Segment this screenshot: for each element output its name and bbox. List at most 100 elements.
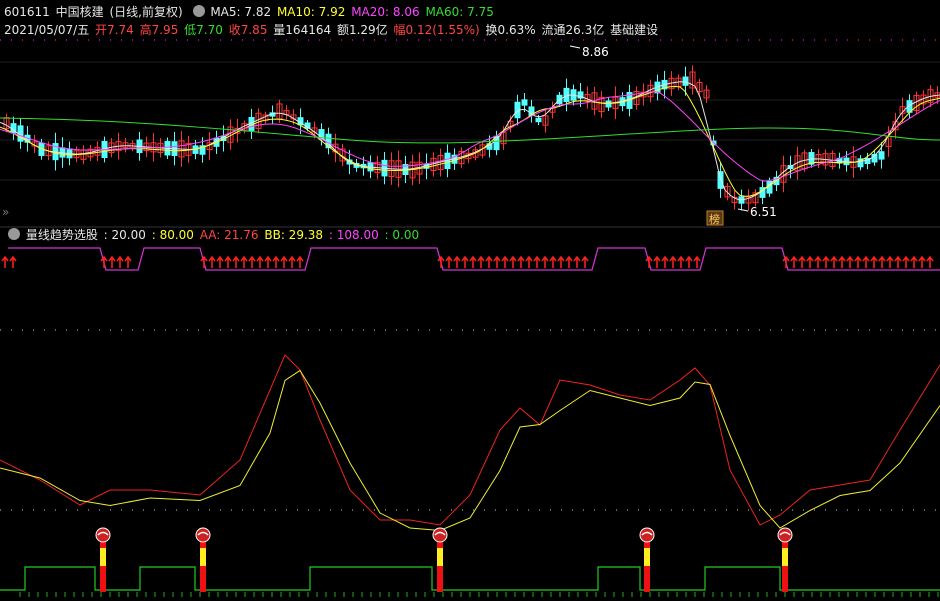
buy-arrow bbox=[453, 255, 461, 268]
buy-arrow bbox=[517, 255, 525, 268]
buy-arrow bbox=[669, 255, 677, 268]
buy-arrow bbox=[798, 255, 806, 268]
ma60-line bbox=[0, 117, 940, 144]
signal-bar-yellow bbox=[200, 548, 206, 566]
signal-bar-yellow bbox=[644, 548, 650, 566]
buy-arrow bbox=[910, 255, 918, 268]
buy-arrow bbox=[100, 255, 108, 268]
buy-arrow bbox=[445, 255, 453, 268]
buy-arrow bbox=[116, 255, 124, 268]
indicator-bb: BB: 29.38 bbox=[264, 228, 324, 242]
buy-arrow bbox=[108, 255, 116, 268]
buy-arrow bbox=[437, 255, 445, 268]
buy-arrow bbox=[685, 255, 693, 268]
high-price-label: 8.86 bbox=[582, 45, 609, 59]
grid-lines bbox=[0, 39, 940, 511]
buy-arrow bbox=[549, 255, 557, 268]
badge-label: 榜 bbox=[709, 212, 720, 226]
indicator-chart bbox=[1, 247, 940, 271]
buy-arrow bbox=[208, 255, 216, 268]
buy-arrow bbox=[9, 255, 17, 268]
buy-arrow bbox=[918, 255, 926, 268]
buy-arrow bbox=[782, 255, 790, 268]
buy-arrow bbox=[272, 255, 280, 268]
buy-arrow bbox=[886, 255, 894, 268]
candle-body bbox=[605, 100, 612, 108]
indicator-v2: : 80.00 bbox=[151, 228, 194, 242]
buy-arrow bbox=[216, 255, 224, 268]
chart-canvas[interactable]: 8.86 6.51 榜 bbox=[0, 0, 940, 601]
candle-body bbox=[682, 76, 689, 86]
high-annotation: 8.86 bbox=[569, 45, 609, 59]
buy-arrow bbox=[200, 255, 208, 268]
bottom-signal-chart bbox=[0, 527, 940, 597]
buy-arrow bbox=[661, 255, 669, 268]
buy-arrow bbox=[240, 255, 248, 268]
signal-bar-yellow bbox=[782, 548, 788, 566]
buy-arrow bbox=[461, 255, 469, 268]
buy-arrow bbox=[296, 255, 304, 268]
indicator-v3: : 108.00 bbox=[328, 228, 379, 242]
buy-arrow bbox=[533, 255, 541, 268]
buy-arrow bbox=[469, 255, 477, 268]
badge[interactable]: 榜 bbox=[706, 210, 724, 226]
buy-arrow bbox=[581, 255, 589, 268]
buy-arrow bbox=[509, 255, 517, 268]
buy-arrow bbox=[846, 255, 854, 268]
buy-arrow bbox=[838, 255, 846, 268]
buy-arrow bbox=[1, 255, 9, 268]
signal-green-line bbox=[0, 566, 940, 591]
buy-arrow bbox=[806, 255, 814, 268]
buy-arrow bbox=[862, 255, 870, 268]
buy-arrow bbox=[814, 255, 822, 268]
buy-arrow bbox=[264, 255, 272, 268]
oscillator-chart bbox=[0, 354, 940, 532]
buy-arrow bbox=[124, 255, 132, 268]
buy-arrow bbox=[485, 255, 493, 268]
price-chart bbox=[0, 65, 940, 211]
low-price-label: 6.51 bbox=[750, 205, 777, 219]
buy-arrow bbox=[541, 255, 549, 268]
signal-bar-yellow bbox=[437, 548, 443, 566]
indicator-settings-icon[interactable] bbox=[8, 228, 20, 240]
indicator-v4: : 0.00 bbox=[384, 228, 420, 242]
buy-arrow bbox=[288, 255, 296, 268]
buy-arrow bbox=[280, 255, 288, 268]
buy-arrow bbox=[645, 255, 653, 268]
buy-arrow bbox=[232, 255, 240, 268]
buy-arrow bbox=[790, 255, 798, 268]
buy-arrow bbox=[256, 255, 264, 268]
indicator-name[interactable]: 量线趋势选股 bbox=[26, 228, 98, 242]
buy-arrow bbox=[224, 255, 232, 268]
buy-arrow bbox=[573, 255, 581, 268]
buy-arrow bbox=[822, 255, 830, 268]
buy-arrow bbox=[854, 255, 862, 268]
buy-arrow bbox=[902, 255, 910, 268]
candle-body bbox=[563, 87, 570, 103]
candle-body bbox=[878, 151, 885, 160]
buy-arrow bbox=[477, 255, 485, 268]
buy-arrow bbox=[830, 255, 838, 268]
candle-body bbox=[717, 171, 724, 189]
indicator-header: 量线趋势选股 : 20.00 : 80.00 AA: 21.76 BB: 29.… bbox=[4, 226, 421, 244]
buy-arrow bbox=[693, 255, 701, 268]
buy-arrow bbox=[653, 255, 661, 268]
buy-arrow bbox=[926, 255, 934, 268]
buy-arrow bbox=[878, 255, 886, 268]
buy-arrow bbox=[677, 255, 685, 268]
buy-arrow bbox=[565, 255, 573, 268]
ma20-line bbox=[0, 90, 940, 182]
oscillator-yellow-line bbox=[0, 369, 940, 532]
low-annotation: 6.51 bbox=[737, 205, 777, 219]
buy-arrow bbox=[870, 255, 878, 268]
buy-arrow bbox=[525, 255, 533, 268]
buy-arrow bbox=[493, 255, 501, 268]
buy-arrow bbox=[557, 255, 565, 268]
buy-arrow bbox=[248, 255, 256, 268]
buy-arrow bbox=[501, 255, 509, 268]
candle-body bbox=[521, 99, 528, 106]
indicator-aa: AA: 21.76 bbox=[199, 228, 259, 242]
buy-arrow bbox=[894, 255, 902, 268]
indicator-v1: : 20.00 bbox=[103, 228, 146, 242]
expand-icon[interactable]: » bbox=[2, 205, 9, 219]
